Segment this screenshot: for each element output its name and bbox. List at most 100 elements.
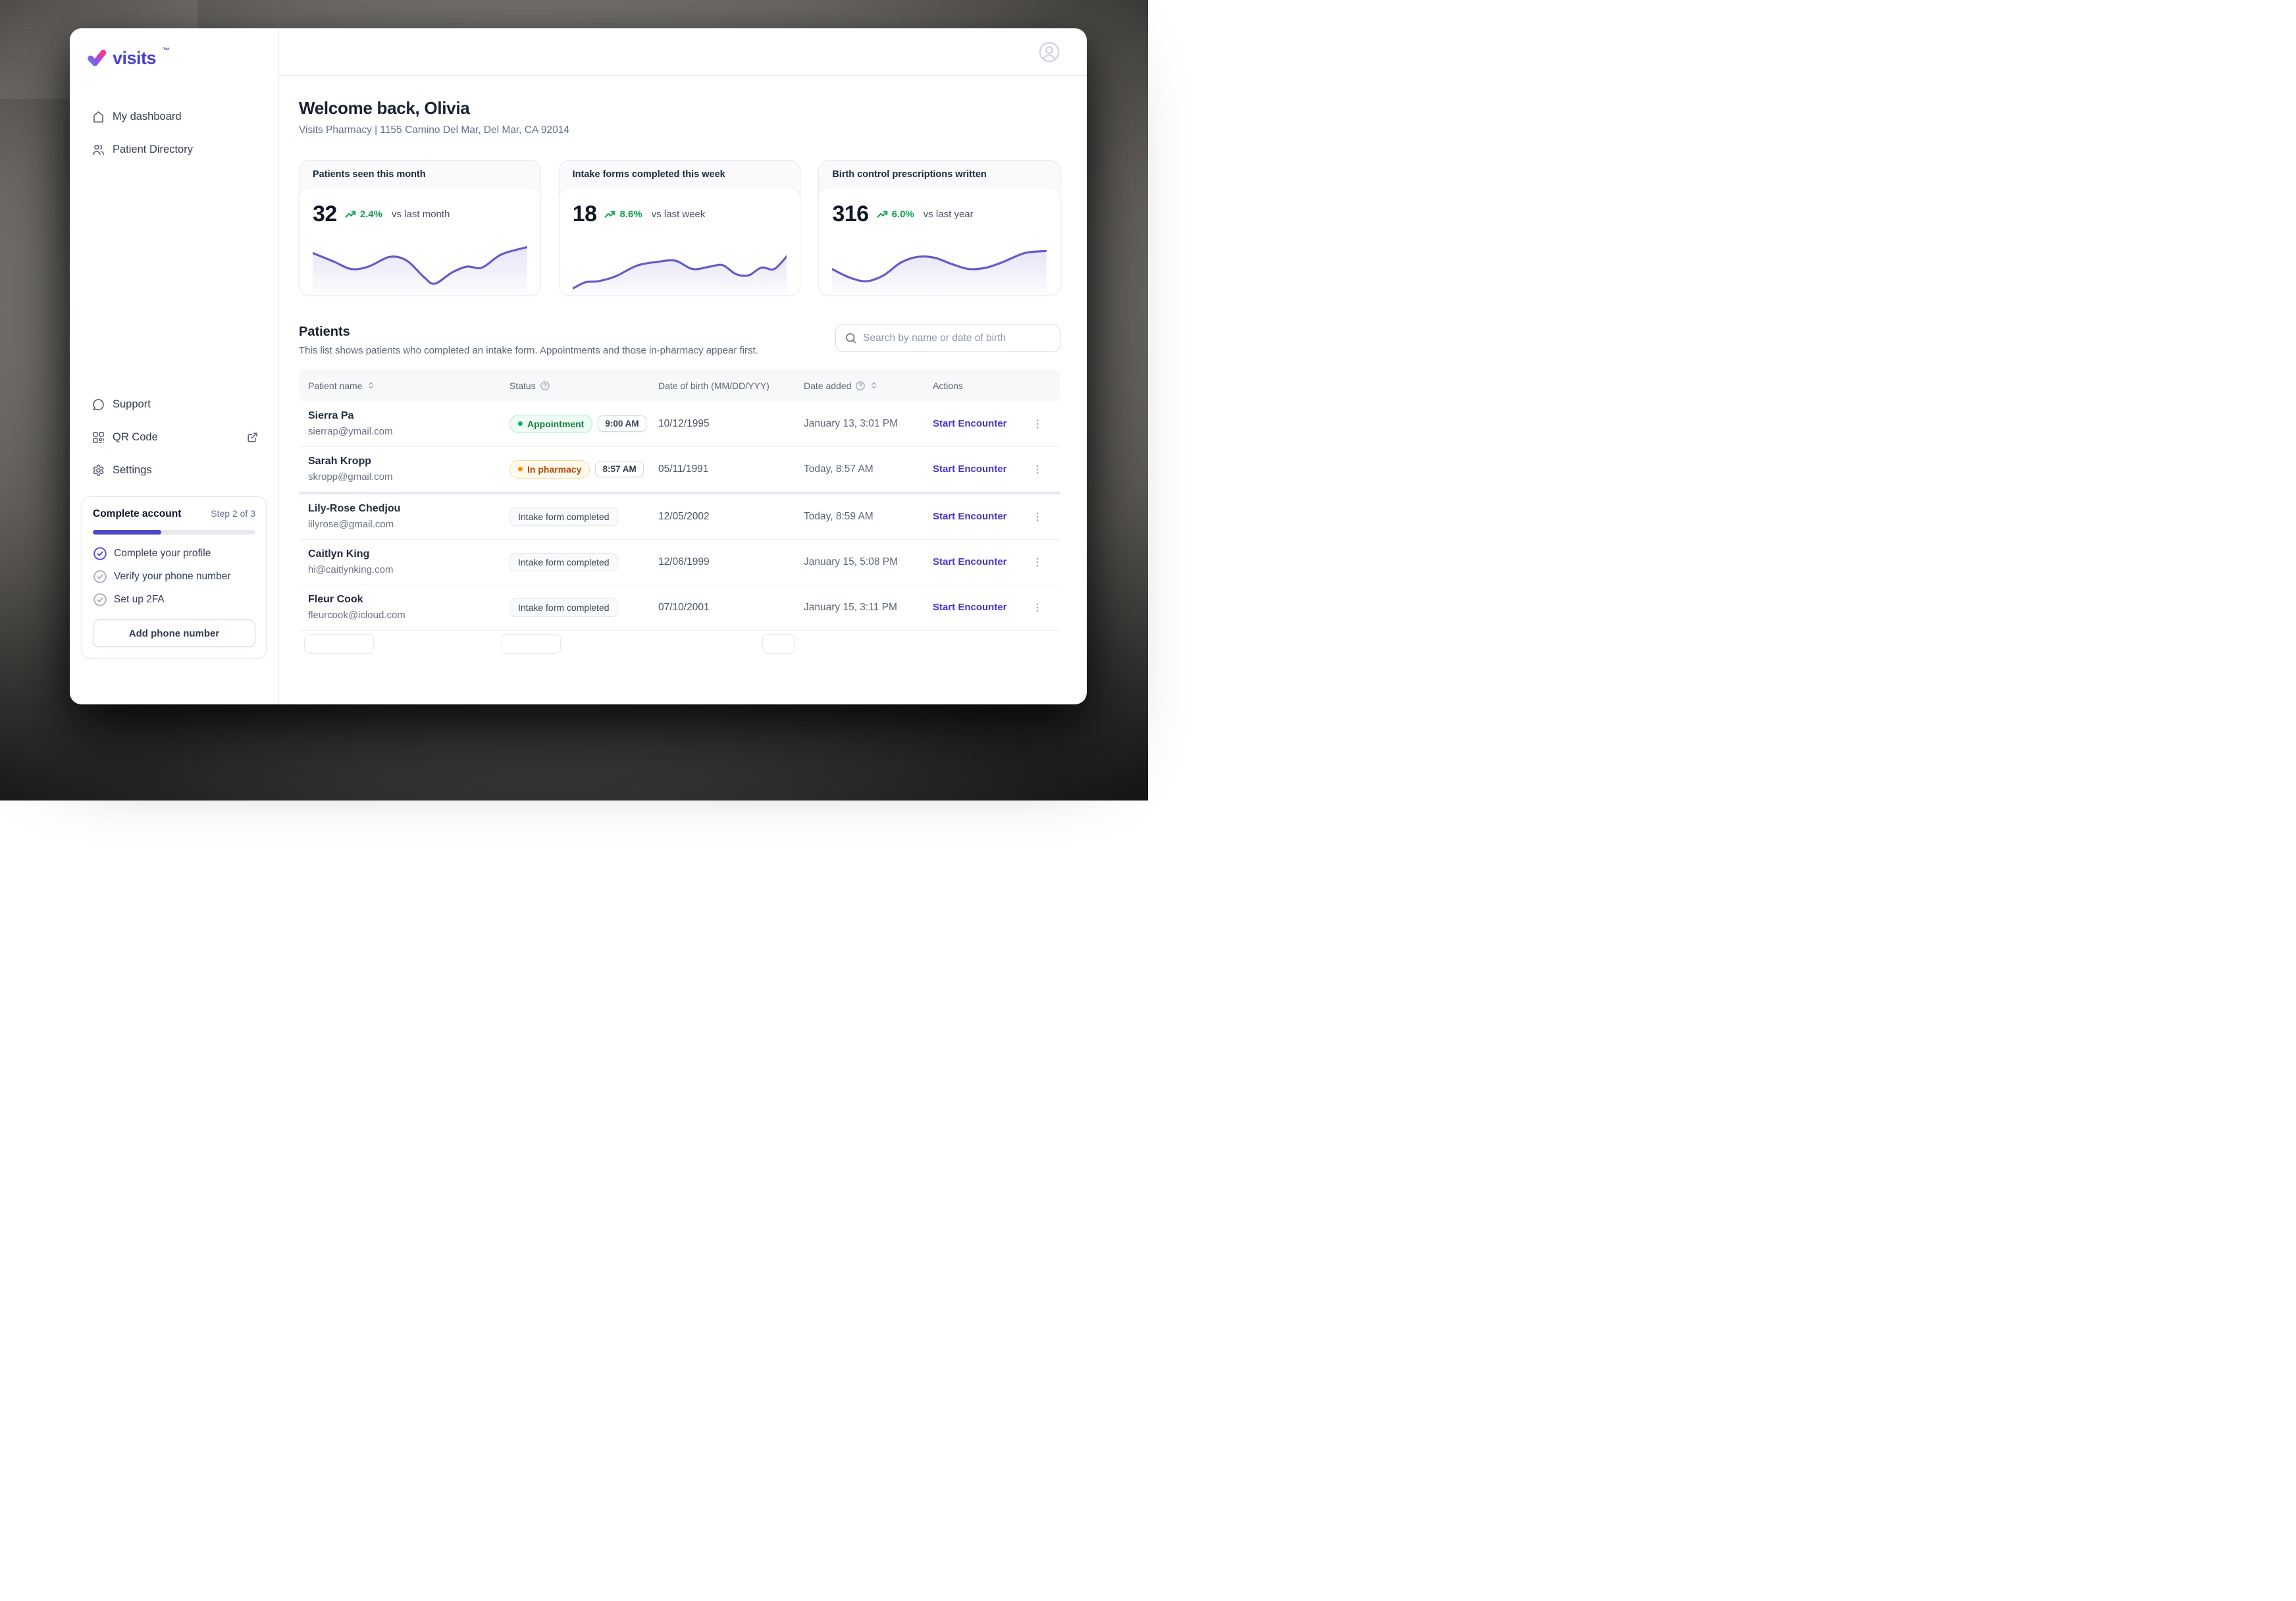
column-header-patient[interactable]: Patient name (299, 381, 509, 391)
brand-trademark: ™ (163, 47, 170, 55)
start-encounter-button[interactable]: Start Encounter (933, 511, 1007, 522)
stat-compare-label: vs last week (652, 209, 706, 220)
column-header-actions: Actions (933, 381, 1060, 391)
date-added-cell: January 13, 3:01 PM (804, 418, 933, 430)
column-label: Patient name (308, 381, 363, 391)
dob-cell: 12/06/1999 (658, 556, 804, 568)
patient-search[interactable] (835, 325, 1060, 352)
table-row: Caitlyn King hi@caitlynking.com Intake f… (299, 540, 1060, 585)
pharmacy-subtitle: Visits Pharmacy | 1155 Camino Del Mar, D… (299, 124, 1060, 136)
sidebar: visits ™ My dashboard Patient Directory … (70, 28, 279, 704)
kebab-menu-icon[interactable] (1029, 461, 1046, 478)
sidebar-nav: My dashboard Patient Directory (82, 102, 267, 164)
trend-up-icon (877, 210, 888, 219)
sidebar-item-label: My dashboard (113, 111, 182, 123)
stat-compare-label: vs last year (924, 209, 974, 220)
status-cell: Intake form completed (509, 553, 658, 571)
add-phone-number-button[interactable]: Add phone number (93, 619, 255, 647)
partial-row-element (304, 634, 374, 654)
stat-delta: 8.6% (604, 209, 642, 220)
brand-checkmark-icon (87, 48, 107, 68)
stat-cards-row: Patients seen this month 32 2.4% vs last… (299, 160, 1060, 296)
status-badge: In pharmacy (509, 460, 590, 479)
status-badge: Intake form completed (509, 553, 618, 571)
desktop-background: visits ™ My dashboard Patient Directory … (0, 0, 1148, 800)
dob-cell: 12/05/2002 (658, 511, 804, 523)
date-added-cell: Today, 8:57 AM (804, 463, 933, 475)
trend-up-icon (345, 210, 356, 219)
account-card-step: Step 2 of 3 (211, 508, 255, 519)
status-cell: Appointment 9:00 AM (509, 415, 658, 433)
kebab-menu-icon[interactable] (1029, 599, 1046, 616)
status-badge: Appointment (509, 415, 592, 433)
stat-value: 316 (832, 201, 868, 227)
stat-card-title: Intake forms completed this week (560, 161, 800, 188)
patient-name: Sierra Pa (308, 410, 509, 422)
search-input[interactable] (863, 332, 1051, 344)
account-progress-fill (93, 530, 161, 535)
brand-logo: visits ™ (82, 48, 267, 68)
kebab-menu-icon[interactable] (1029, 415, 1046, 433)
start-encounter-button[interactable]: Start Encounter (933, 556, 1007, 567)
user-avatar-icon[interactable] (1038, 41, 1060, 63)
stat-compare-label: vs last month (392, 209, 450, 220)
patient-name-cell: Sarah Kropp skropp@gmail.com (299, 456, 509, 483)
stat-card: Patients seen this month 32 2.4% vs last… (299, 160, 541, 296)
actions-cell: Start Encounter (933, 599, 1060, 616)
kebab-menu-icon[interactable] (1029, 554, 1046, 571)
table-body: Sierra Pa sierrap@ymail.com Appointment … (299, 402, 1060, 631)
column-header-status[interactable]: Status (509, 381, 658, 391)
partial-next-row (299, 631, 1060, 640)
home-icon (91, 110, 105, 124)
sidebar-item-label: QR Code (113, 431, 158, 444)
qr-code-icon (91, 431, 105, 444)
column-label: Actions (933, 381, 963, 391)
patient-name-cell: Sierra Pa sierrap@ymail.com (299, 410, 509, 437)
column-header-date[interactable]: Date added (804, 381, 933, 391)
partial-row-element (502, 634, 561, 654)
checklist-item-label: Verify your phone number (114, 571, 231, 583)
app-window: visits ™ My dashboard Patient Directory … (70, 28, 1087, 704)
sort-icon (870, 381, 878, 390)
stat-card-body: 316 6.0% vs last year (818, 188, 1060, 296)
status-cell: In pharmacy 8:57 AM (509, 460, 658, 479)
stat-card-title: Patients seen this month (300, 161, 540, 188)
top-bar (279, 28, 1087, 76)
date-added-cell: January 15, 5:08 PM (804, 556, 933, 568)
start-encounter-button[interactable]: Start Encounter (933, 602, 1007, 613)
dashboard-content: Welcome back, Olivia Visits Pharmacy | 1… (279, 76, 1087, 704)
sidebar-spacer (82, 164, 267, 390)
account-card-header: Complete account Step 2 of 3 (93, 508, 255, 520)
sidebar-item-settings[interactable]: Settings (82, 456, 267, 485)
stat-value-row: 18 8.6% vs last week (573, 201, 787, 227)
brand-name: visits (113, 48, 156, 68)
kebab-menu-icon[interactable] (1029, 508, 1046, 525)
sidebar-item-patient-directory[interactable]: Patient Directory (82, 135, 267, 164)
stat-value: 32 (313, 201, 337, 227)
status-time-chip: 8:57 AM (595, 461, 643, 477)
dob-cell: 07/10/2001 (658, 602, 804, 614)
start-encounter-button[interactable]: Start Encounter (933, 418, 1007, 429)
start-encounter-button[interactable]: Start Encounter (933, 463, 1007, 475)
table-header-row: Patient nameStatusDate of birth (MM/DD/Y… (299, 369, 1060, 402)
status-cell: Intake form completed (509, 598, 658, 617)
gear-icon (91, 463, 105, 477)
date-added-cell: January 15, 3:11 PM (804, 602, 933, 614)
sidebar-item-label: Patient Directory (113, 144, 193, 156)
sidebar-item-support[interactable]: Support (82, 390, 267, 419)
patients-heading-block: Patients This list shows patients who co… (299, 325, 758, 356)
sparkline-chart (573, 238, 787, 295)
sidebar-item-qr-code[interactable]: QR Code (82, 423, 267, 452)
partial-row-element (762, 634, 795, 654)
status-badge: Intake form completed (509, 508, 618, 526)
stat-card-title: Birth control prescriptions written (819, 161, 1060, 188)
status-badge: Intake form completed (509, 598, 618, 617)
patient-email: skropp@gmail.com (308, 471, 509, 483)
page-title: Welcome back, Olivia (299, 98, 1060, 118)
sidebar-item-my-dashboard[interactable]: My dashboard (82, 102, 267, 131)
column-label: Date added (804, 381, 851, 391)
chat-bubble-icon (91, 398, 105, 411)
actions-cell: Start Encounter (933, 415, 1060, 433)
stat-delta: 2.4% (345, 209, 382, 220)
check-circle-icon (93, 546, 107, 561)
